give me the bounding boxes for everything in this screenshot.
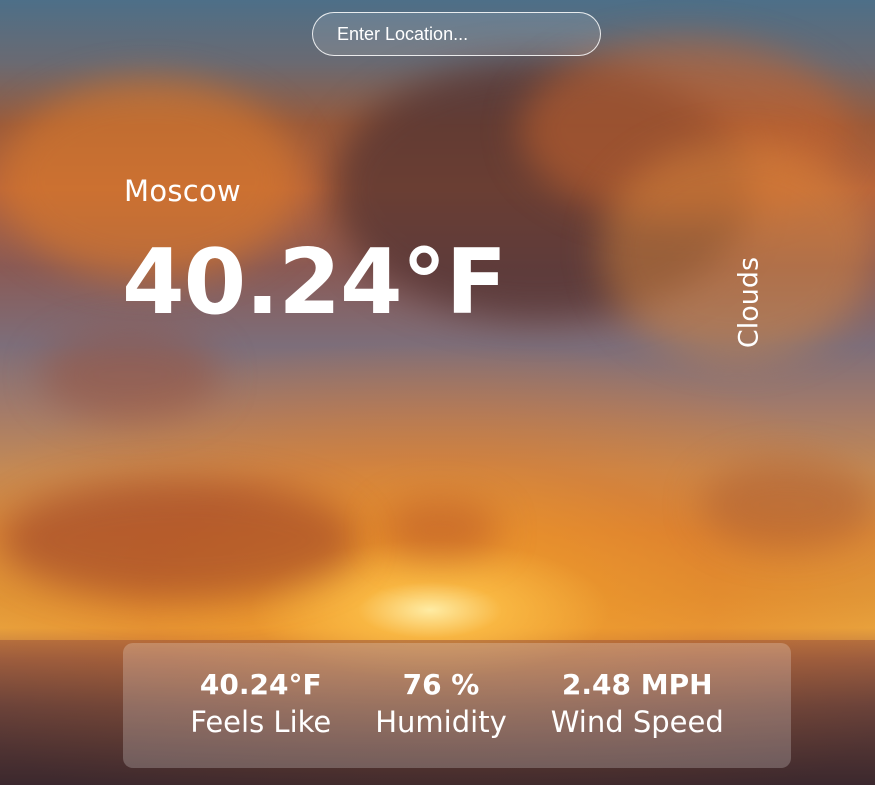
current-temperature: 40.24°F [122,230,507,335]
location-name: Moscow [124,174,242,208]
wind-speed-value: 2.48 MPH [561,668,713,702]
feels-like-stat: 40.24°F Feels Like [190,668,331,742]
cloud [40,330,220,420]
cloud [0,480,360,600]
wind-speed-label: Wind Speed [550,705,724,739]
weather-condition: Clouds [733,256,765,349]
humidity-label: Humidity [375,705,507,739]
wind-speed-stat: 2.48 MPH Wind Speed [551,668,724,742]
humidity-value: 76 % [402,668,480,702]
cloud [380,500,500,560]
humidity-stat: 76 % Humidity [375,668,507,742]
location-search-input[interactable] [312,12,601,56]
weather-details-panel: 40.24°F Feels Like 76 % Humidity 2.48 MP… [123,643,791,768]
feels-like-value: 40.24°F [199,668,322,702]
feels-like-label: Feels Like [190,705,332,739]
cloud [700,460,875,550]
